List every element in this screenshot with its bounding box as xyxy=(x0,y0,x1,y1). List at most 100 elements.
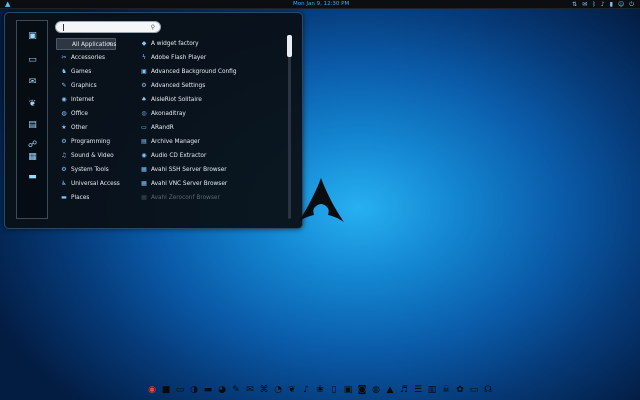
chat-icon[interactable]: ✉ xyxy=(582,0,587,9)
headphones-icon[interactable]: ☊ xyxy=(482,384,494,396)
app-label: Advanced Settings xyxy=(151,83,206,89)
volume-icon[interactable]: ♪ xyxy=(601,0,605,9)
thunderbird-icon[interactable]: ◔ xyxy=(272,384,284,396)
globe-icon: ◉ xyxy=(61,96,67,103)
category-graphics[interactable]: ✎ Graphics xyxy=(56,80,116,92)
category-places[interactable]: ▬ Places xyxy=(56,192,116,204)
display-icon: ▭ xyxy=(141,124,147,131)
system-icon: ⚙ xyxy=(61,166,67,173)
category-label: Universal Access xyxy=(71,181,120,187)
power-icon[interactable]: ⏻ xyxy=(629,0,634,9)
star-icon: ★ xyxy=(61,124,67,131)
app-archive-manager[interactable]: ▤ Archive Manager xyxy=(138,136,278,148)
mail-icon[interactable]: ✉ xyxy=(26,77,39,88)
category-internet[interactable]: ◉ Internet xyxy=(56,94,116,106)
terminal-icon[interactable]: ▭ xyxy=(174,384,186,396)
flash-icon: ϟ xyxy=(142,54,146,61)
app-advanced-background-config[interactable]: ▣ Advanced Background Config xyxy=(138,66,278,78)
network-icon[interactable]: ⇅ xyxy=(572,0,577,9)
firefox-icon[interactable]: ◉ xyxy=(146,384,158,396)
category-label: Office xyxy=(71,111,88,117)
app-label: A widget factory xyxy=(151,41,199,47)
music-icon[interactable]: ♬ xyxy=(398,384,410,396)
app-aisleriot-solitaire[interactable]: ♠ AisleRiot Solitaire xyxy=(138,94,278,106)
app-audio-cd-extractor[interactable]: ◉ Audio CD Extractor xyxy=(138,150,278,162)
category-label: System Tools xyxy=(71,167,109,173)
category-games[interactable]: ♞ Games xyxy=(56,66,116,78)
application-menu: ▣ ▭ ✉ ❦ ▤ ☍ ▦ ▬ ⚲ All Applications ↖ ✂ Ac… xyxy=(4,12,303,229)
app-avahi-ssh-browser[interactable]: ▦ Avahi SSH Server Browser xyxy=(138,164,278,176)
app-adobe-flash-player[interactable]: ϟ Adobe Flash Player xyxy=(138,52,278,64)
app-label: Audio CD Extractor xyxy=(151,153,207,159)
app-widget-factory[interactable]: ◆ A widget factory xyxy=(138,38,278,50)
search-icon: ⚲ xyxy=(150,24,155,31)
top-panel: ▲ Mon Jan 9, 12:30 PM ⇅ ✉ ᛒ ♪ ▮ ☺ ⏻ xyxy=(0,0,640,9)
app-avahi-vnc-browser[interactable]: ▦ Avahi VNC Server Browser xyxy=(138,178,278,190)
users-icon[interactable]: ☍ xyxy=(26,140,39,151)
app-label: Advanced Background Config xyxy=(151,69,237,75)
app-akonaditray[interactable]: ◎ Akonaditray xyxy=(138,108,278,120)
bluetooth-icon[interactable]: ᛒ xyxy=(592,0,596,9)
app-label: Avahi Zeroconf Browser xyxy=(151,195,220,201)
chat-icon[interactable]: ❦ xyxy=(26,99,39,110)
network-icon[interactable]: ⌘ xyxy=(258,384,270,396)
chrome-icon[interactable]: ◕ xyxy=(216,384,228,396)
user-icon[interactable]: ☺ xyxy=(618,0,624,9)
window-icon[interactable]: ■ xyxy=(160,384,172,396)
scrollbar-thumb[interactable] xyxy=(287,35,292,57)
server-icon: ▦ xyxy=(141,194,147,201)
app-advanced-settings[interactable]: ⚙ Advanced Settings xyxy=(138,80,278,92)
mail-icon[interactable]: ✉ xyxy=(244,384,256,396)
display-icon[interactable]: ▭ xyxy=(468,384,480,396)
category-accessories[interactable]: ✂ Accessories xyxy=(56,52,116,64)
mic-icon[interactable]: ♪ xyxy=(300,384,312,396)
document-icon[interactable]: ▤ xyxy=(26,120,39,131)
category-other[interactable]: ★ Other xyxy=(56,122,116,134)
accessibility-icon: ♿ xyxy=(61,180,67,187)
category-label: Places xyxy=(71,195,90,201)
arch-menu-icon[interactable]: ▲ xyxy=(5,1,14,8)
category-label: Other xyxy=(71,125,88,131)
battery-icon[interactable]: ▮ xyxy=(610,0,613,9)
files-icon[interactable]: ▬ xyxy=(202,384,214,396)
chat-icon[interactable]: ❦ xyxy=(286,384,298,396)
search-input[interactable]: ⚲ xyxy=(55,21,161,33)
pidgin-icon[interactable]: ❀ xyxy=(314,384,326,396)
app-list-scrollbar[interactable] xyxy=(288,35,291,219)
browser-icon[interactable]: ◑ xyxy=(188,384,200,396)
vlc-icon[interactable]: ▲ xyxy=(384,384,396,396)
steam-icon[interactable]: ◍ xyxy=(370,384,382,396)
calendar-icon[interactable]: ▦ xyxy=(26,152,39,163)
terminal-icon[interactable]: ▭ xyxy=(26,55,39,66)
image-icon[interactable]: ▣ xyxy=(342,384,354,396)
media-icon[interactable]: ◙ xyxy=(356,384,368,396)
document-icon[interactable]: ▯ xyxy=(328,384,340,396)
app-label: Adobe Flash Player xyxy=(151,55,207,61)
app-arandr[interactable]: ▭ ARandR xyxy=(138,122,278,134)
edit-icon[interactable]: ✎ xyxy=(230,384,242,396)
code-icon: ⚙ xyxy=(61,138,67,145)
clock[interactable]: Mon Jan 9, 12:30 PM xyxy=(293,0,349,9)
category-programming[interactable]: ⚙ Programming xyxy=(56,136,116,148)
category-universal-access[interactable]: ♿ Universal Access xyxy=(56,178,119,190)
alien-icon[interactable]: ☠ xyxy=(440,384,452,396)
equalizer-icon[interactable]: ▥ xyxy=(426,384,438,396)
category-office[interactable]: ◍ Office xyxy=(56,108,116,120)
desktop-icon[interactable]: ▣ xyxy=(26,31,39,42)
category-all-applications[interactable]: All Applications ↖ xyxy=(56,38,116,50)
akonadi-icon: ◎ xyxy=(141,110,147,117)
category-label: Accessories xyxy=(71,55,105,61)
monitor-icon[interactable]: ▬ xyxy=(26,172,39,183)
category-sound-video[interactable]: ♫ Sound & Video xyxy=(56,150,116,162)
sliders-icon[interactable]: ☰ xyxy=(412,384,424,396)
app-label: ARandR xyxy=(151,125,174,131)
android-icon[interactable]: ✿ xyxy=(454,384,466,396)
folder-icon: ▬ xyxy=(61,194,67,201)
server-icon: ▦ xyxy=(141,166,147,173)
app-label: Avahi SSH Server Browser xyxy=(151,167,227,173)
app-avahi-zeroconf-browser[interactable]: ▦ Avahi Zeroconf Browser xyxy=(138,192,278,204)
category-system-tools[interactable]: ⚙ System Tools xyxy=(56,164,116,176)
office-icon: ◍ xyxy=(61,110,67,117)
wallpaper-icon: ▣ xyxy=(141,68,147,75)
arch-logo-icon xyxy=(298,178,344,222)
